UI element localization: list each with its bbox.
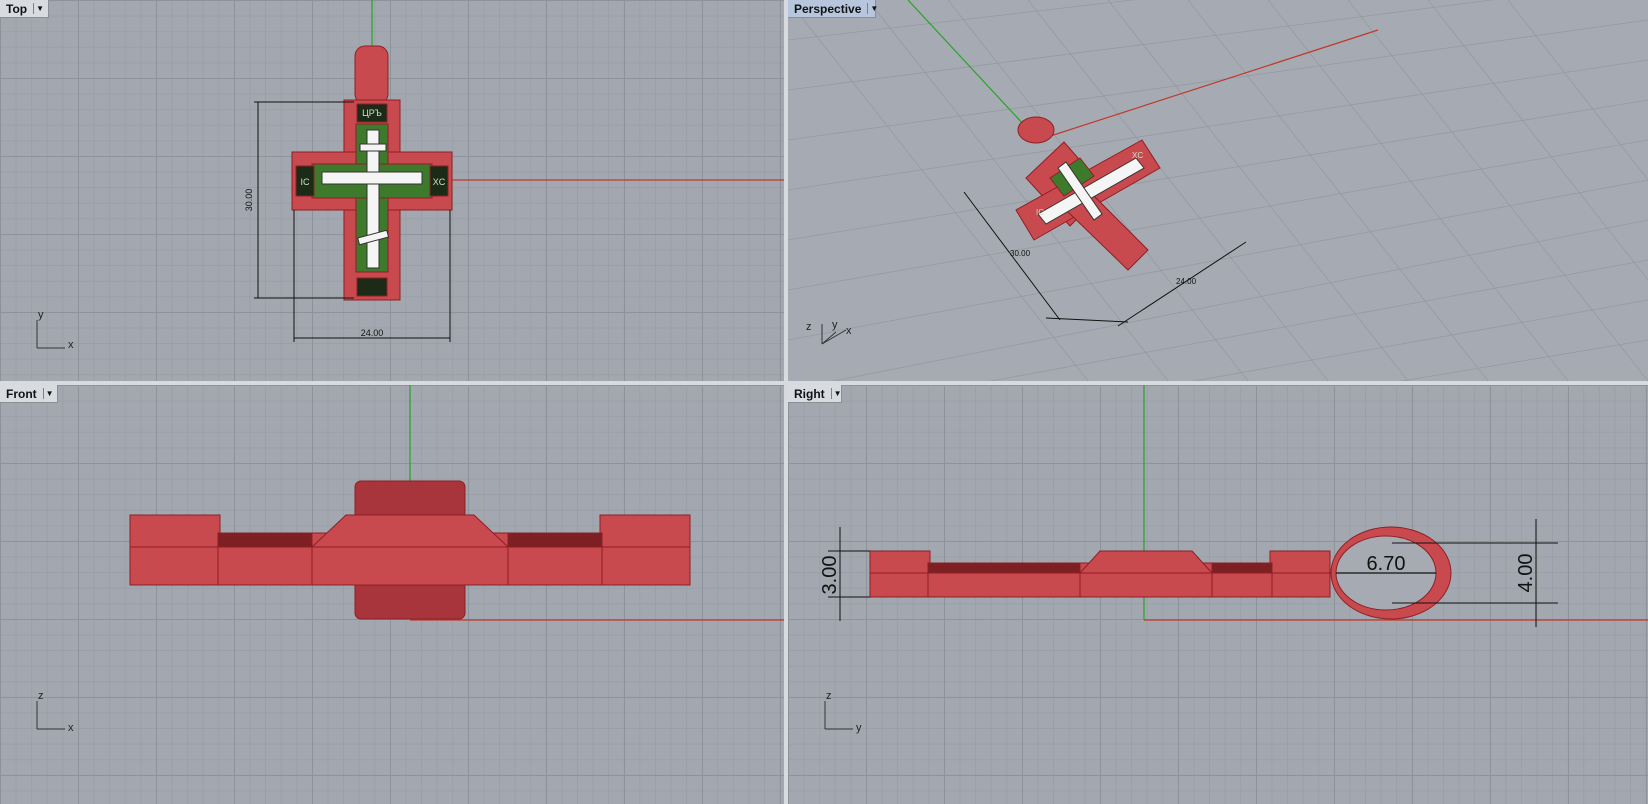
viewport-right[interactable]: Right ▼ 3.00 6.70 4.00 z y bbox=[788, 385, 1648, 804]
cross-pendant-front bbox=[129, 480, 691, 620]
axis-label-b: x bbox=[68, 722, 74, 734]
dimension-inner-label: 6.70 bbox=[1367, 553, 1406, 575]
glyph-left: IC bbox=[1036, 208, 1044, 217]
right-view-canvas: 3.00 6.70 4.00 z y bbox=[819, 385, 1648, 734]
dimension-width-label: 24.00 bbox=[361, 328, 384, 338]
dimension-height-label: 30.00 bbox=[244, 189, 254, 212]
viewport-top[interactable]: Top ▼ ЦРЪ IC XC 30.00 24.00 y x bbox=[0, 0, 784, 381]
perspective-grid bbox=[788, 0, 1648, 381]
bottom-plate bbox=[356, 277, 388, 297]
dropdown-arrow-icon[interactable]: ▼ bbox=[867, 3, 878, 14]
glyph-left: IC bbox=[301, 177, 311, 187]
viewport-splitter-horizontal[interactable] bbox=[0, 381, 1648, 385]
bail-loop bbox=[354, 45, 389, 105]
x-axis-line bbox=[1037, 29, 1379, 141]
dimension-width-label: 24.00 bbox=[1176, 277, 1197, 286]
axis-label-a: z bbox=[826, 690, 832, 702]
axis-label-b: x bbox=[68, 339, 74, 351]
viewport-title-bar[interactable]: Perspective ▼ bbox=[788, 0, 878, 18]
viewport-front[interactable]: Front ▼ z x bbox=[0, 385, 784, 804]
axis-widget bbox=[36, 701, 65, 730]
dimension-ring-label: 4.00 bbox=[1515, 554, 1537, 593]
glyph-top: ЦРЪ bbox=[362, 108, 382, 118]
axis-label-a: z bbox=[806, 321, 812, 333]
cross-pendant-top bbox=[291, 45, 453, 301]
glyph-right: XC bbox=[1132, 151, 1143, 160]
y-axis-line bbox=[907, 0, 1039, 141]
axis-widget bbox=[36, 320, 65, 349]
axis-label-c: x bbox=[846, 325, 852, 337]
axis-widget bbox=[824, 701, 853, 730]
dimension-thickness-label: 3.00 bbox=[819, 556, 841, 595]
viewport-title: Perspective bbox=[794, 1, 862, 16]
axis-label-a: y bbox=[38, 309, 44, 321]
viewport-perspective[interactable]: IC XC 30.00 24.00 z y x Perspective ▼ bbox=[788, 0, 1648, 381]
cross-white-horizontal bbox=[321, 171, 423, 185]
dimension-height-label: 30.00 bbox=[1010, 249, 1031, 258]
axis-label-b: y bbox=[856, 722, 862, 734]
axis-label-a: z bbox=[38, 690, 44, 702]
axis-label-b: y bbox=[832, 319, 838, 331]
cross-upper-bar bbox=[359, 143, 387, 152]
viewport-splitter-vertical[interactable] bbox=[784, 0, 788, 804]
top-view-canvas: ЦРЪ IC XC 30.00 24.00 y x bbox=[36, 0, 784, 351]
front-view-canvas: z x bbox=[36, 385, 784, 734]
perspective-grid-canvas: IC XC 30.00 24.00 z y x bbox=[788, 0, 1648, 381]
glyph-right: XC bbox=[433, 177, 446, 187]
